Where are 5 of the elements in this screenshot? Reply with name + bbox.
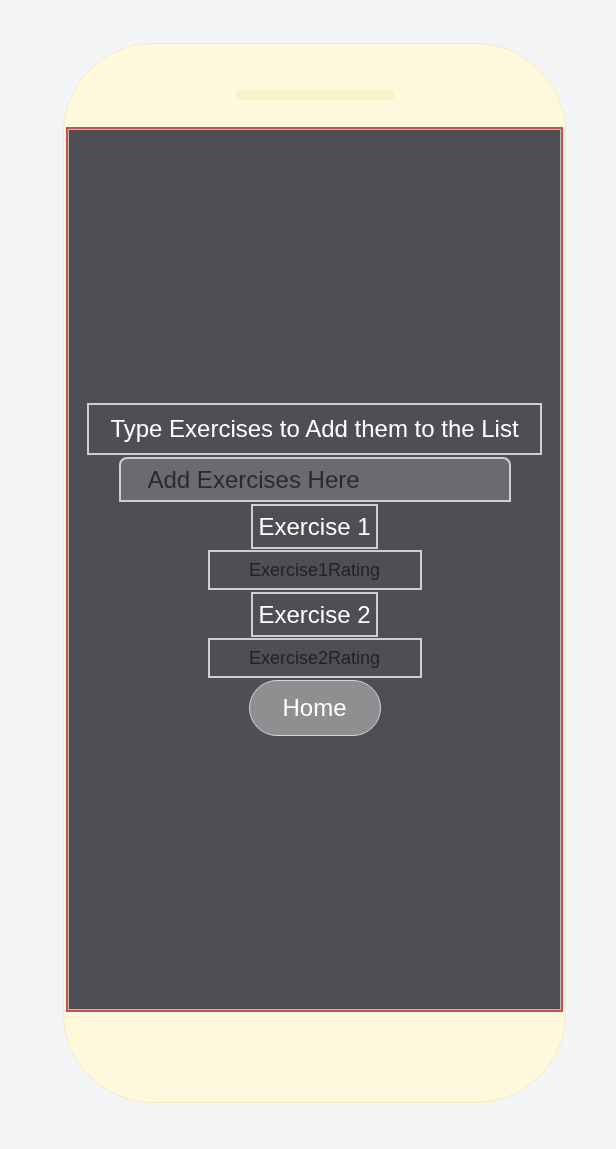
- home-button[interactable]: Home: [248, 680, 381, 736]
- exercise-input-field[interactable]: Add Exercises Here: [118, 457, 511, 502]
- exercise-name: Exercise 2: [251, 592, 378, 637]
- exercise-name: Exercise 1: [251, 504, 378, 549]
- instruction-text: Type Exercises to Add them to the List: [87, 403, 542, 455]
